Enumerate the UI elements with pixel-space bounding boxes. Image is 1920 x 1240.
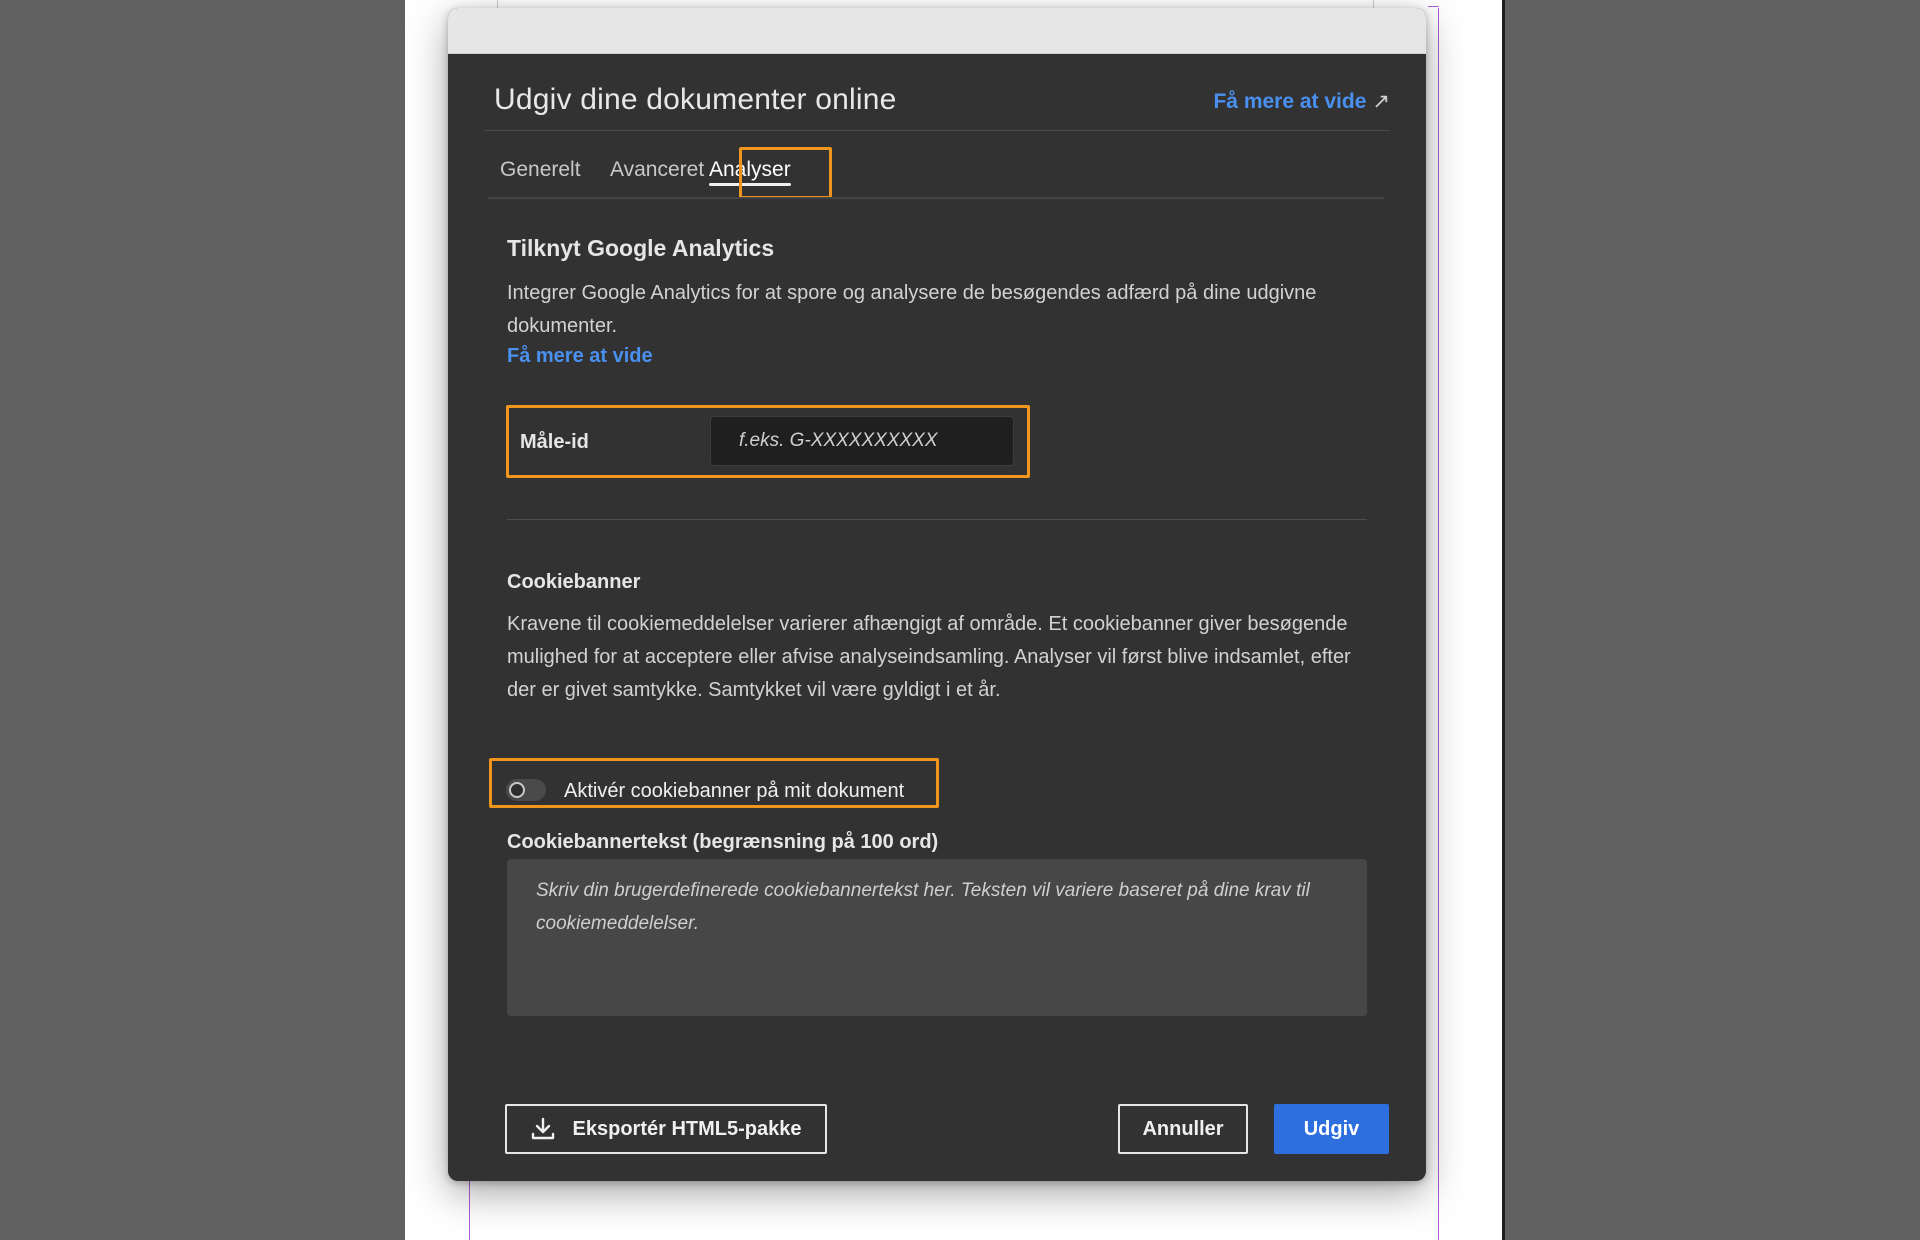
cookie-section-title: Cookiebanner (507, 571, 641, 593)
publish-online-dialog: Udgiv dine dokumenter online Få mere at … (448, 8, 1426, 1181)
cookie-banner-toggle[interactable] (506, 779, 546, 801)
layout-guide (1373, 0, 1374, 8)
section-divider (507, 519, 1367, 520)
export-button-label: Eksportér HTML5-pakke (572, 1117, 802, 1140)
analytics-learn-more-link[interactable]: Få mere at vide (507, 345, 653, 368)
cookie-text-label: Cookiebannertekst (begrænsning på 100 or… (507, 831, 939, 853)
measure-id-input[interactable] (710, 416, 1014, 466)
cancel-button-label: Annuller (1142, 1117, 1224, 1140)
cookie-text-textarea[interactable] (507, 859, 1367, 1016)
active-tab-indicator (709, 183, 791, 186)
layout-guide (469, 1180, 470, 1240)
cookie-banner-toggle-label[interactable]: Aktivér cookiebanner på mit dokument (564, 780, 904, 803)
learn-more-label: Få mere at vide (1213, 90, 1367, 113)
tab-label: Analyser (709, 158, 791, 181)
dialog-titlebar[interactable] (448, 8, 1426, 54)
publish-button[interactable]: Udgiv (1274, 1104, 1389, 1154)
tab-label: Avanceret (610, 158, 705, 181)
toggle-knob (509, 782, 525, 798)
analytics-section-title: Tilknyt Google Analytics (507, 235, 775, 261)
external-link-arrow-icon: ↗ (1372, 90, 1390, 113)
tabs-divider (488, 197, 1384, 199)
tab-label: Generelt (500, 158, 581, 181)
analytics-description: Integrer Google Analytics for at spore o… (507, 282, 1317, 337)
download-icon (531, 1117, 555, 1141)
cancel-button[interactable]: Annuller (1118, 1104, 1248, 1154)
tab-analyser[interactable]: Analyser (701, 146, 799, 194)
workspace-background: Udgiv dine dokumenter online Få mere at … (0, 0, 1920, 1240)
measure-id-label: Måle-id (520, 431, 589, 453)
learn-more-link[interactable]: Få mere at vide ↗ (1213, 89, 1390, 114)
title-divider (484, 130, 1390, 131)
tab-generelt[interactable]: Generelt (492, 146, 589, 194)
dialog-title: Udgiv dine dokumenter online (494, 83, 897, 116)
page-edge (1502, 0, 1505, 1240)
tab-bar: Generelt Avanceret Analyser (492, 146, 1390, 198)
export-html5-button[interactable]: Eksportér HTML5-pakke (505, 1104, 827, 1154)
cookie-description: Kravene til cookiemeddelelser varierer a… (507, 613, 1351, 701)
layout-guide (497, 0, 498, 8)
layout-guide (1428, 6, 1439, 7)
publish-button-label: Udgiv (1303, 1117, 1360, 1140)
tab-avanceret[interactable]: Avanceret (602, 146, 712, 194)
layout-guide (1438, 8, 1439, 1240)
